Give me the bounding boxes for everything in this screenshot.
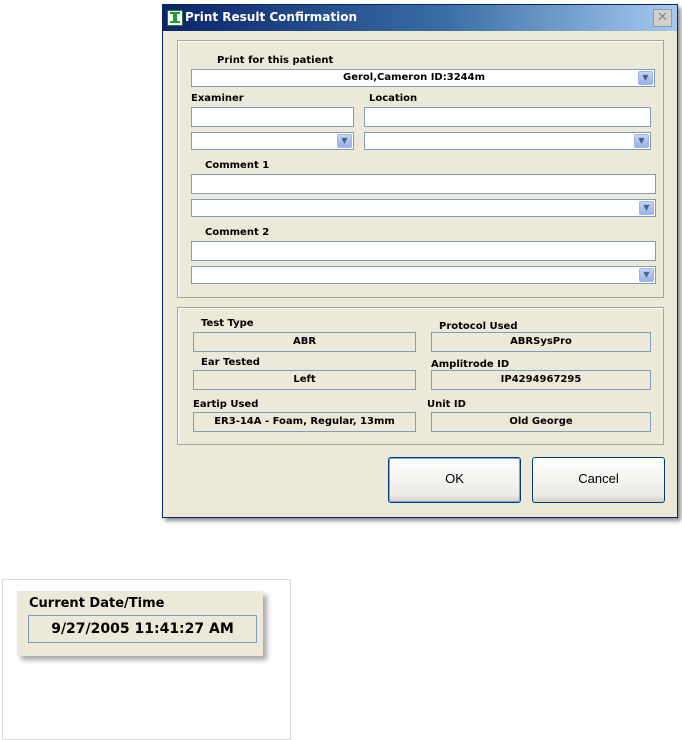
comment1-label: Comment 1 [205, 160, 270, 171]
chevron-down-icon[interactable]: ▼ [638, 71, 653, 85]
ear-tested-value: Left [193, 370, 416, 390]
patient-select[interactable]: Gerol,Cameron ID:3244m ▼ [191, 69, 655, 87]
amplitrode-value: IP4294967295 [431, 370, 651, 390]
comment1-input[interactable] [191, 174, 656, 194]
amplitrode-label: Amplitrode ID [431, 359, 510, 370]
unit-id-value: Old George [431, 412, 651, 432]
patient-label: Print for this patient [217, 55, 334, 66]
close-button[interactable]: ✕ [653, 9, 672, 27]
chevron-down-icon[interactable]: ▼ [634, 134, 649, 148]
unit-id-label: Unit ID [427, 399, 466, 410]
comment2-input[interactable] [191, 241, 656, 261]
location-select[interactable]: ▼ [364, 132, 651, 150]
examiner-input[interactable] [191, 107, 354, 127]
patient-select-value: Gerol,Cameron ID:3244m [343, 72, 485, 83]
examiner-select[interactable]: ▼ [191, 132, 354, 150]
datetime-panel: Current Date/Time 9/27/2005 11:41:27 AM [17, 591, 263, 656]
test-type-label: Test Type [201, 318, 254, 329]
chevron-down-icon[interactable]: ▼ [337, 134, 352, 148]
cancel-button[interactable]: Cancel [532, 457, 665, 503]
ear-tested-label: Ear Tested [201, 357, 260, 368]
eartip-value: ER3-14A - Foam, Regular, 13mm [193, 412, 416, 432]
chevron-down-icon[interactable]: ▼ [639, 201, 654, 215]
ok-button[interactable]: OK [388, 457, 521, 503]
location-input[interactable] [364, 107, 651, 127]
title-bar[interactable]: Print Result Confirmation ✕ [163, 5, 677, 31]
comment2-label: Comment 2 [205, 227, 270, 238]
examiner-label: Examiner [191, 93, 244, 104]
app-icon [167, 10, 183, 26]
dialog-title: Print Result Confirmation [185, 10, 358, 24]
protocol-value: ABRSysPro [431, 332, 651, 352]
print-result-dialog: Print Result Confirmation ✕ Print for th… [162, 4, 678, 518]
test-type-value: ABR [193, 332, 416, 352]
datetime-label: Current Date/Time [29, 596, 165, 611]
datetime-value: 9/27/2005 11:41:27 AM [28, 615, 257, 643]
comment1-select[interactable]: ▼ [191, 199, 656, 217]
comment2-select[interactable]: ▼ [191, 266, 656, 284]
eartip-label: Eartip Used [193, 399, 259, 410]
location-label: Location [369, 93, 418, 104]
protocol-label: Protocol Used [439, 321, 518, 332]
datetime-clip: Current Date/Time 9/27/2005 11:41:27 AM [2, 579, 291, 740]
chevron-down-icon[interactable]: ▼ [639, 268, 654, 282]
